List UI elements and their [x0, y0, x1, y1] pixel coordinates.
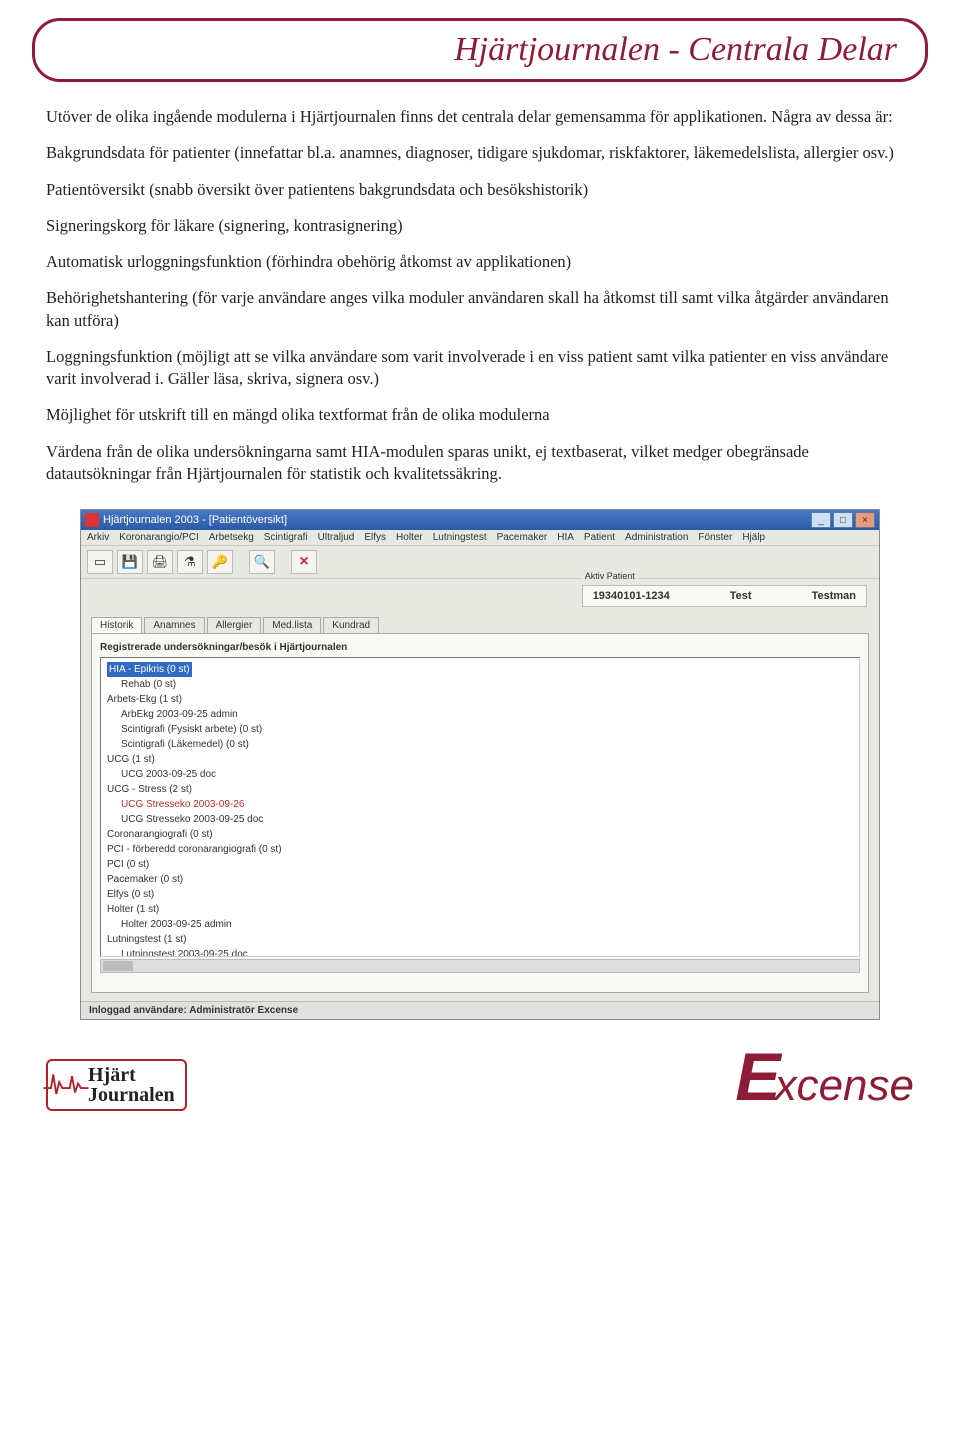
patient-id: 19340101-1234 [593, 590, 670, 602]
delete-icon[interactable]: × [291, 550, 317, 574]
hjartjournalen-logo: Hjärt Journalen [46, 1059, 187, 1111]
logo-line1: Hjärt [88, 1064, 136, 1086]
paragraph: Bakgrundsdata för patienter (innefattar … [46, 142, 914, 164]
paragraph: Loggningsfunktion (möjligt att se vilka … [46, 346, 914, 391]
tree-row[interactable]: Arbets-Ekg (1 st) [107, 692, 853, 707]
patient-last: Testman [812, 590, 856, 602]
tree-row[interactable]: UCG - Stress (2 st) [107, 782, 853, 797]
window-title: Hjärtjournalen 2003 - [Patientöversikt] [103, 514, 287, 526]
tab-medlista[interactable]: Med.lista [263, 617, 321, 633]
app-screenshot: Hjärtjournalen 2003 - [Patientöversikt] … [80, 509, 880, 1020]
save-icon[interactable]: 💾 [117, 550, 143, 574]
menu-item[interactable]: Koronarangio/PCI [119, 532, 199, 543]
close-button[interactable]: × [855, 512, 875, 528]
exam-tree[interactable]: HIA - Epikris (0 st)Rehab (0 st)Arbets-E… [100, 657, 860, 957]
tab-allergier[interactable]: Allergier [207, 617, 262, 633]
patient-info-strip: Aktiv Patient 19340101-1234 Test Testman [81, 579, 879, 613]
menu-item[interactable]: Elfys [364, 532, 386, 543]
menu-item[interactable]: Pacemaker [497, 532, 548, 543]
menu-item[interactable]: HIA [557, 532, 574, 543]
tree-row[interactable]: UCG Stresseko 2003-09-26 [107, 797, 853, 812]
horizontal-scrollbar[interactable] [100, 959, 860, 973]
menubar: Arkiv Koronarangio/PCI Arbetsekg Scintig… [81, 530, 879, 546]
excense-logo: E xcense [735, 1050, 914, 1111]
menu-item[interactable]: Hjälp [742, 532, 765, 543]
menu-item[interactable]: Administration [625, 532, 688, 543]
toolbar: ▭ 💾 🖨 ⚗ 🔑 🔍 × [81, 546, 879, 579]
paragraph: Signeringskorg för läkare (signering, ko… [46, 215, 914, 237]
tool-icon[interactable]: 🔑 [207, 550, 233, 574]
paragraph: Patientöversikt (snabb översikt över pat… [46, 179, 914, 201]
tree-row[interactable]: UCG (1 st) [107, 752, 853, 767]
tree-row[interactable]: Elfys (0 st) [107, 887, 853, 902]
print-icon[interactable]: 🖨 [147, 550, 173, 574]
tree-row[interactable]: ArbEkg 2003-09-25 admin [107, 707, 853, 722]
panel-title: Registrerade undersökningar/besök i Hjär… [100, 642, 860, 653]
page-banner: Hjärtjournalen - Centrala Delar [32, 18, 928, 82]
menu-item[interactable]: Fönster [698, 532, 732, 543]
patient-first: Test [730, 590, 752, 602]
banner-title: Hjärtjournalen - Centrala Delar [63, 31, 897, 69]
tabs: Historik Anamnes Allergier Med.lista Kun… [81, 617, 879, 633]
paragraph: Utöver de olika ingående modulerna i Hjä… [46, 106, 914, 128]
search-icon[interactable]: 🔍 [249, 550, 275, 574]
app-icon [85, 513, 99, 527]
tree-row[interactable]: Holter (1 st) [107, 902, 853, 917]
paragraph: Automatisk urloggningsfunktion (förhindr… [46, 251, 914, 273]
footer: Hjärt Journalen E xcense [46, 1050, 914, 1111]
tree-row[interactable]: PCI (0 st) [107, 857, 853, 872]
paragraph: Möjlighet för utskrift till en mängd oli… [46, 404, 914, 426]
tab-kundrad[interactable]: Kundrad [323, 617, 379, 633]
ecg-wave-icon [42, 1067, 90, 1097]
menu-item[interactable]: Arkiv [87, 532, 109, 543]
active-patient-label: Aktiv Patient [582, 571, 638, 581]
tree-row[interactable]: UCG Stresseko 2003-09-25 doc [107, 812, 853, 827]
tab-anamnes[interactable]: Anamnes [144, 617, 204, 633]
paragraph: Behörighetshantering (för varje användar… [46, 287, 914, 332]
statusbar: Inloggad användare: Administratör Excens… [81, 1001, 879, 1019]
tree-row[interactable]: Coronarangiografi (0 st) [107, 827, 853, 842]
tree-row[interactable]: PCI - förberedd coronarangiografi (0 st) [107, 842, 853, 857]
tool-icon[interactable]: ⚗ [177, 550, 203, 574]
tree-row[interactable]: Pacemaker (0 st) [107, 872, 853, 887]
menu-item[interactable]: Ultraljud [318, 532, 355, 543]
history-panel: Registrerade undersökningar/besök i Hjär… [91, 633, 869, 993]
tree-row[interactable]: Holter 2003-09-25 admin [107, 917, 853, 932]
tree-row[interactable]: Lutningstest (1 st) [107, 932, 853, 947]
tree-row[interactable]: Rehab (0 st) [107, 677, 853, 692]
paragraph: Värdena från de olika undersökningarna s… [46, 441, 914, 486]
tree-row[interactable]: UCG 2003-09-25 doc [107, 767, 853, 782]
excense-text: xcense [775, 1061, 914, 1111]
active-patient-box: 19340101-1234 Test Testman [582, 585, 867, 607]
tree-row[interactable]: HIA - Epikris (0 st) [107, 662, 192, 677]
menu-item[interactable]: Arbetsekg [209, 532, 254, 543]
menu-item[interactable]: Holter [396, 532, 423, 543]
window-titlebar: Hjärtjournalen 2003 - [Patientöversikt] … [81, 510, 879, 530]
tree-row[interactable]: Scintigrafi (Fysiskt arbete) (0 st) [107, 722, 853, 737]
menu-item[interactable]: Lutningstest [433, 532, 487, 543]
new-icon[interactable]: ▭ [87, 550, 113, 574]
tree-row[interactable]: Lutningstest 2003-09-25 doc [107, 947, 853, 957]
menu-item[interactable]: Scintigrafi [264, 532, 308, 543]
maximize-button[interactable]: □ [833, 512, 853, 528]
logo-line2: Journalen [88, 1084, 175, 1106]
tab-historik[interactable]: Historik [91, 617, 142, 633]
minimize-button[interactable]: _ [811, 512, 831, 528]
document-body: Utöver de olika ingående modulerna i Hjä… [46, 106, 914, 485]
tree-row[interactable]: Scintigrafi (Läkemedel) (0 st) [107, 737, 853, 752]
menu-item[interactable]: Patient [584, 532, 615, 543]
